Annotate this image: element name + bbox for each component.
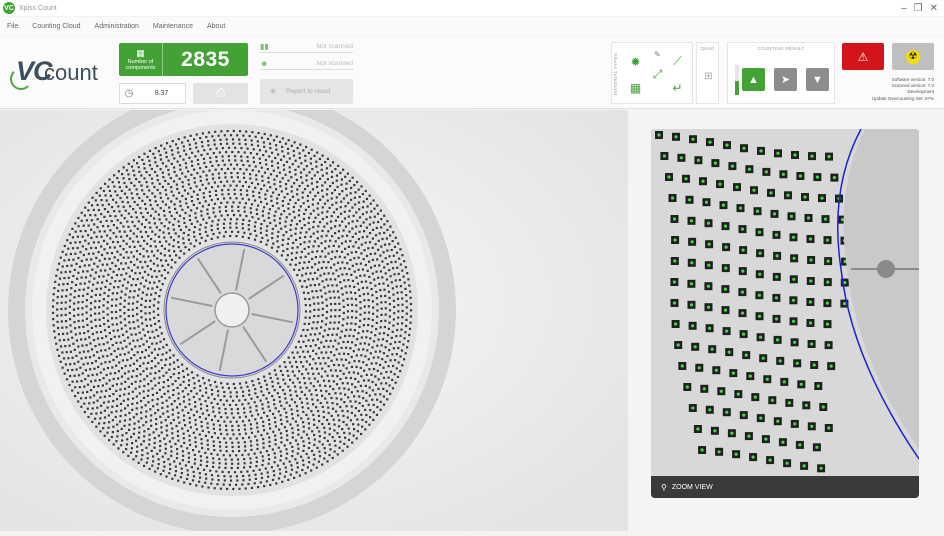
report-label: Report to cloud	[286, 88, 331, 95]
menu-maintenance[interactable]: Maintenance	[153, 23, 193, 30]
toolbar: VC count ▦ Number of components 2835 ◷ 8…	[0, 36, 944, 109]
counting-result-title: COUNTING RESULT	[757, 46, 805, 51]
thumbs-up-icon: ▲	[748, 73, 759, 86]
hub-center	[214, 292, 250, 328]
cloud-share-icon: ✶	[268, 86, 278, 98]
barcode-status-text: Not scanned	[316, 42, 354, 50]
barcode-scan-status: ▮▮ Not scanned	[260, 40, 353, 53]
grid-icon[interactable]: ⊞	[699, 67, 718, 86]
counting-result-panel: COUNTING RESULT ▲ ➤ ▼	[727, 42, 835, 104]
search-icon: ⚲	[661, 482, 667, 492]
quad-title: QUAD	[700, 46, 715, 51]
quad-panel: QUAD ⊞	[696, 42, 719, 104]
counter-value: 2835	[181, 47, 230, 71]
user-scan-status: ☻ Not scanned	[260, 57, 353, 70]
pointer-icon: ➤	[780, 74, 791, 86]
radiation-icon: ☢	[906, 49, 920, 64]
menu-counting-cloud[interactable]: Counting Cloud	[32, 23, 80, 30]
material-types-title: MATERIAL TYPES	[613, 52, 618, 96]
recount-button[interactable]: ➤	[774, 68, 797, 91]
timer-value: 8.37	[154, 90, 169, 97]
material-types-panel: MATERIAL TYPES ✹ ✎ ⟋ ▦ ⤢ ↵	[611, 42, 693, 104]
app-logo-icon: VC	[3, 2, 15, 14]
close-icon[interactable]: ✕	[930, 3, 938, 14]
window-title: Xpiss Count	[19, 4, 57, 12]
user-icon: ☻	[260, 58, 269, 68]
printer-icon: ⎙	[216, 87, 225, 99]
zoom-view-footer: ⚲ ZOOM VIEW	[651, 476, 919, 498]
load-type-icon[interactable]: ↵	[668, 78, 687, 97]
timer-field: ◷ 8.37	[119, 83, 186, 104]
counter-label: Number of components	[125, 59, 156, 71]
menu-file[interactable]: File	[7, 23, 18, 30]
thumbs-down-button[interactable]: ▼	[806, 68, 829, 91]
zoom-view-panel[interactable]: ⚲ ZOOM VIEW	[651, 129, 919, 498]
xray-view[interactable]	[0, 86, 628, 534]
zoom-view-label: ZOOM VIEW	[671, 483, 713, 491]
barcode-icon: ▮▮	[260, 41, 269, 51]
title-bar: VC Xpiss Count – ❐ ✕	[0, 0, 944, 16]
logo-count: count	[44, 60, 98, 85]
alert-button[interactable]: ⚠	[842, 43, 884, 70]
thumbs-down-icon: ▼	[812, 73, 823, 86]
edit-icon[interactable]: ✎	[648, 45, 667, 64]
thumbs-up-button[interactable]: ▲	[742, 68, 765, 91]
update-overcounting: Update Overcounting Set: 67%	[871, 95, 934, 101]
components-icon: ▦	[136, 48, 145, 58]
expand-icon[interactable]: ⤢	[648, 65, 667, 84]
minimize-icon[interactable]: –	[901, 3, 907, 14]
component-counter: ▦ Number of components 2835	[119, 43, 248, 76]
report-to-cloud-button[interactable]: ✶ Report to cloud	[260, 79, 353, 104]
tray-type-icon[interactable]: ▦	[626, 78, 645, 97]
result-level-fill	[735, 81, 739, 95]
hazard-icon: ⚠	[857, 49, 869, 64]
user-status-text: Not scanned	[316, 59, 354, 67]
counter-label-group: ▦ Number of components	[119, 43, 163, 76]
strip-type-icon[interactable]: ⟋	[668, 52, 687, 71]
xray-reel-image	[0, 86, 628, 534]
version-info: Software version: 7.0 Scanned version: 7…	[842, 77, 934, 102]
window-controls: – ❐ ✕	[901, 0, 938, 16]
reel-type-icon[interactable]: ✹	[626, 52, 645, 71]
menu-bar: File Counting Cloud Administration Maint…	[0, 17, 944, 35]
restore-icon[interactable]: ❐	[914, 3, 923, 14]
clock-icon: ◷	[124, 88, 134, 99]
zoom-image	[651, 129, 919, 476]
result-level-track	[735, 65, 739, 95]
radiation-button[interactable]: ☢	[892, 43, 934, 70]
print-button[interactable]: ⎙	[193, 83, 248, 104]
menu-about[interactable]: About	[207, 23, 225, 30]
vccount-logo: VC count	[8, 54, 106, 94]
menu-administration[interactable]: Administration	[95, 23, 139, 30]
